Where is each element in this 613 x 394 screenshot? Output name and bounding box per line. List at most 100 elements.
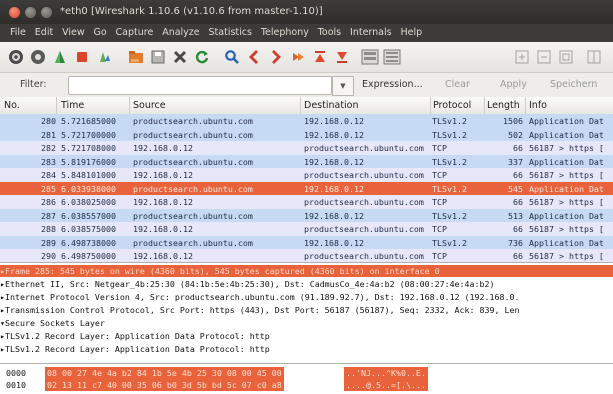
packet-info: 56187 > https [	[529, 251, 604, 261]
detail-tls-record[interactable]: ▸TLSv1.2 Record Layer: Application Data …	[0, 330, 613, 342]
hex-bytes[interactable]: 08 00 27 4e 4a b2 84 1b 5e 4b 25 30 08 0…	[45, 367, 284, 379]
menu-help[interactable]: Help	[397, 24, 425, 38]
column-destination[interactable]: Destination	[304, 100, 359, 111]
column-divider[interactable]	[430, 97, 431, 114]
packet-row[interactable]: 288 6.038575000 192.168.0.12 productsear…	[0, 222, 613, 236]
packet-number: 285	[41, 183, 56, 194]
column-source[interactable]: Source	[133, 100, 166, 111]
packet-row[interactable]: 284 5.848101000 192.168.0.12 productsear…	[0, 168, 613, 182]
column-protocol[interactable]: Protocol	[433, 100, 471, 111]
filter-input[interactable]	[68, 76, 332, 95]
packet-row[interactable]: 282 5.721708000 192.168.0.12 productsear…	[0, 141, 613, 155]
column-divider[interactable]	[525, 97, 526, 114]
menu-edit[interactable]: Edit	[32, 24, 56, 38]
column-length[interactable]: Length	[487, 100, 520, 111]
packet-row-selected[interactable]: 285 6.033938000 productsearch.ubuntu.com…	[0, 181, 613, 196]
clear-button[interactable]: Clear	[445, 79, 470, 90]
detail-frame[interactable]: ▸Frame 285: 545 bytes on wire (4360 bits…	[0, 265, 613, 277]
packet-info: Application Dat	[529, 116, 604, 126]
packet-source: productsearch.ubuntu.com	[133, 183, 253, 194]
column-time[interactable]: Time	[61, 100, 84, 111]
packet-info: Application Dat	[529, 210, 604, 221]
detail-ethernet[interactable]: ▸Ethernet II, Src: Netgear_4b:25:30 (84:…	[0, 278, 613, 290]
packet-number: 281	[41, 129, 56, 140]
close-window-button[interactable]	[9, 7, 20, 18]
find-packet-icon[interactable]	[222, 47, 242, 67]
save-filter-button[interactable]: Speichern	[550, 79, 597, 90]
column-divider[interactable]	[300, 97, 301, 114]
stop-capture-icon[interactable]	[72, 47, 92, 67]
packet-list-header: No. Time Source Destination Protocol Len…	[0, 97, 613, 115]
column-divider[interactable]	[484, 97, 485, 114]
column-no[interactable]: No.	[4, 100, 20, 111]
go-forward-icon[interactable]	[266, 47, 286, 67]
title-bar: *eth0 [Wireshark 1.10.6 (v1.10.6 from ma…	[0, 0, 613, 24]
packet-number: 284	[41, 170, 56, 180]
zoom-in-icon[interactable]	[512, 47, 532, 67]
packet-row[interactable]: 289 6.498738000 productsearch.ubuntu.com…	[0, 235, 613, 250]
hex-bytes[interactable]: 02 13 11 c7 40 00 35 06 b0 3d 5b bd 5c 0…	[45, 379, 284, 391]
packet-destination: 192.168.0.12	[304, 237, 364, 248]
resize-columns-icon[interactable]	[584, 47, 604, 67]
open-file-icon[interactable]	[126, 47, 146, 67]
packet-source: 192.168.0.12	[133, 224, 193, 234]
go-first-icon[interactable]	[310, 47, 330, 67]
zoom-out-icon[interactable]	[534, 47, 554, 67]
menu-telephony[interactable]: Telephony	[258, 24, 312, 38]
filter-label: Filter:	[20, 79, 47, 90]
start-capture-icon[interactable]	[50, 47, 70, 67]
detail-ssl[interactable]: ▾Secure Sockets Layer	[0, 317, 613, 329]
packet-row[interactable]: 287 6.038557000 productsearch.ubuntu.com…	[0, 208, 613, 223]
packet-row[interactable]: 290 6.498750000 192.168.0.12 productsear…	[0, 249, 613, 262]
packet-protocol: TCP	[432, 170, 447, 180]
detail-ipv4[interactable]: ▸Internet Protocol Version 4, Src: produ…	[0, 291, 613, 303]
reload-icon[interactable]	[192, 47, 212, 67]
column-divider[interactable]	[56, 97, 57, 114]
packet-row[interactable]: 280 5.721685000 productsearch.ubuntu.com…	[0, 114, 613, 128]
minimize-window-button[interactable]	[25, 7, 36, 18]
capture-options-icon[interactable]	[28, 47, 48, 67]
expression-button[interactable]: Expression...	[362, 79, 423, 90]
column-info[interactable]: Info	[529, 100, 547, 111]
packet-source: productsearch.ubuntu.com	[133, 129, 253, 140]
filter-dropdown-button[interactable]: ▼	[332, 76, 354, 96]
packet-row[interactable]: 286 6.038025000 192.168.0.12 productsear…	[0, 195, 613, 209]
menu-view[interactable]: View	[59, 24, 88, 38]
detail-tls-record[interactable]: ▸TLSv1.2 Record Layer: Application Data …	[0, 343, 613, 355]
go-last-icon[interactable]	[332, 47, 352, 67]
detail-tcp[interactable]: ▸Transmission Control Protocol, Src Port…	[0, 304, 613, 316]
menu-tools[interactable]: Tools	[315, 24, 344, 38]
apply-button[interactable]: Apply	[500, 79, 527, 90]
main-toolbar	[0, 42, 613, 73]
hex-offset: 0010	[6, 380, 26, 390]
packet-protocol: TLSv1.2	[432, 129, 467, 140]
menu-internals[interactable]: Internals	[347, 24, 395, 38]
menu-file[interactable]: File	[7, 24, 29, 38]
packet-length: 545	[508, 183, 523, 194]
packet-source: 192.168.0.12	[133, 251, 193, 261]
save-file-icon[interactable]	[148, 47, 168, 67]
packet-row[interactable]: 283 5.819176000 productsearch.ubuntu.com…	[0, 154, 613, 169]
maximize-window-button[interactable]	[41, 7, 52, 18]
menu-analyze[interactable]: Analyze	[159, 24, 202, 38]
hex-ascii[interactable]: ....@.5..=[.\...	[344, 379, 428, 391]
go-to-packet-icon[interactable]	[288, 47, 308, 67]
menu-go[interactable]: Go	[90, 24, 109, 38]
packet-source: 192.168.0.12	[133, 143, 193, 153]
packet-number: 287	[41, 210, 56, 221]
go-back-icon[interactable]	[244, 47, 264, 67]
zoom-normal-icon[interactable]	[556, 47, 576, 67]
close-file-icon[interactable]	[170, 47, 190, 67]
packet-destination: productsearch.ubuntu.com	[304, 251, 424, 261]
packet-row[interactable]: 281 5.721700000 productsearch.ubuntu.com…	[0, 127, 613, 142]
colorize-icon[interactable]	[360, 47, 380, 67]
menu-statistics[interactable]: Statistics	[206, 24, 255, 38]
column-divider[interactable]	[129, 97, 130, 114]
packet-number: 290	[41, 251, 56, 261]
packet-length: 66	[513, 224, 523, 234]
menu-capture[interactable]: Capture	[113, 24, 157, 38]
hex-ascii[interactable]: ..'NJ...^K%0..E.	[344, 367, 428, 379]
interface-list-icon[interactable]	[6, 47, 26, 67]
restart-capture-icon[interactable]	[94, 47, 114, 67]
autoscroll-icon[interactable]	[382, 47, 402, 67]
